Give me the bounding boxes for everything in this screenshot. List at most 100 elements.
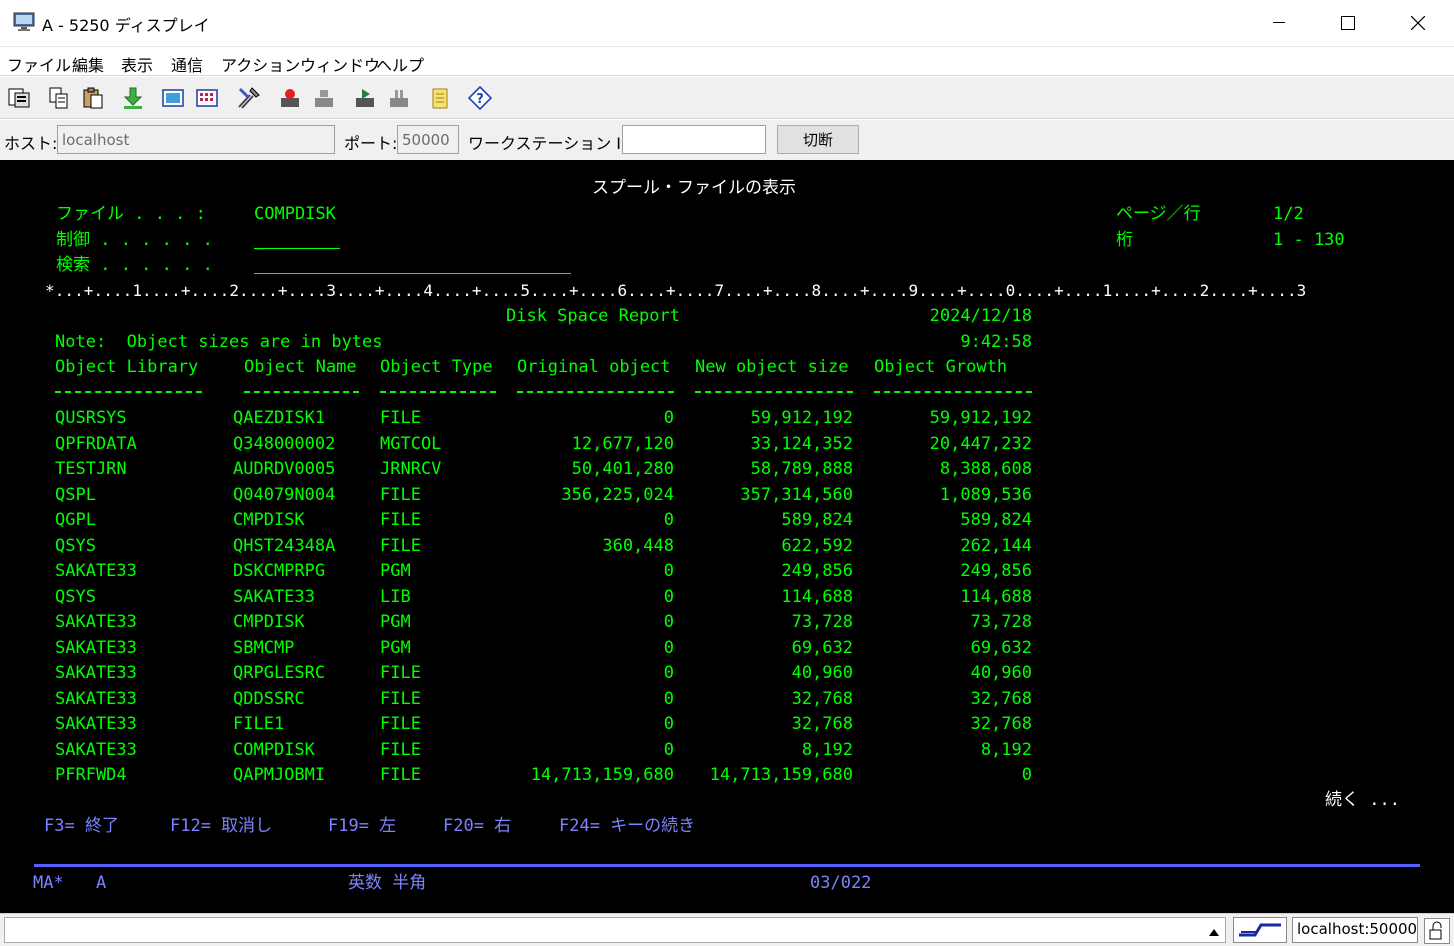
cell-original-size: 14,713,159,680 [530,765,674,785]
menu-help[interactable]: ヘルプ [376,52,424,76]
control-label: 制御 . . . . . . [56,230,213,250]
cell-object-type: FILE [380,484,421,505]
status-message [4,917,1226,943]
scroll-up-icon[interactable] [1208,923,1220,941]
cell-object-name: QAPMJOBMI [233,765,326,785]
connection-bar: ホスト: ポート: ワークステーション ID: 切断 [0,120,1454,160]
cell-object-name: COMPDISK [233,739,315,760]
cell-growth: 262,144 [960,535,1032,556]
keypad-icon[interactable] [194,85,220,111]
cell-original-size: 356,225,024 [561,484,674,505]
stop-macro-icon[interactable] [311,85,337,111]
cell-growth: 249,856 [960,561,1032,581]
cell-growth: 114,688 [960,586,1032,607]
cell-object-name: CMPDISK [233,612,305,632]
cell-new-size: 249,856 [781,561,853,581]
oia-status: MA* [33,873,64,893]
cell-growth: 20,447,232 [929,433,1032,454]
host-input[interactable] [57,125,335,154]
cell-growth: 8,388,608 [939,459,1032,479]
cell-library: SAKATE33 [55,739,137,760]
workstation-id-input[interactable] [622,125,766,154]
cell-growth: 40,960 [970,663,1032,683]
cell-growth: 69,632 [970,637,1032,658]
report-title: Disk Space Report [506,306,680,326]
notepad-icon[interactable] [427,85,453,111]
control-input[interactable] [254,248,340,249]
header-underline [695,391,853,393]
terminal-screen[interactable]: スプール・ファイルの表示 ファイル . . . : COMPDISK 制御 . … [0,160,1454,913]
lock-icon [1424,918,1450,944]
cell-library: QUSRSYS [55,408,127,428]
cell-growth: 0 [1021,765,1032,785]
cell-new-size: 114,688 [781,586,853,607]
cell-library: QGPL [55,510,96,530]
cell-original-size: 360,448 [602,535,674,556]
cell-object-name: QHST24348A [233,535,336,556]
minimize-button[interactable] [1256,0,1302,46]
header-underline [380,391,496,393]
fkey-f12[interactable]: F12= 取消し [170,816,272,836]
cell-library: QPFRDATA [55,433,137,454]
cell-new-size: 357,314,560 [740,484,853,505]
close-button[interactable] [1395,0,1441,46]
cell-object-name: FILE1 [233,714,285,734]
disconnect-button[interactable]: 切断 [777,125,859,154]
menu-window[interactable]: ウィンドウ [300,52,380,76]
fkey-f24[interactable]: F24= キーの続き [559,816,695,836]
maximize-button[interactable] [1325,0,1371,46]
cell-object-type: FILE [380,535,421,556]
cell-object-type: FILE [380,765,421,785]
port-input[interactable] [397,125,459,154]
paste-icon[interactable] [80,85,106,111]
receive-file-icon[interactable] [120,85,146,111]
window-title: A - 5250 ディスプレイ [42,16,210,35]
cell-library: SAKATE33 [55,637,137,658]
page-label: ページ／行 [1116,204,1201,224]
header-underline [874,391,1032,393]
tools-icon[interactable] [236,85,262,111]
fkey-f19[interactable]: F19= 左 [328,816,396,836]
fkey-f3[interactable]: F3= 終了 [44,816,119,836]
copy-icon[interactable] [46,85,72,111]
header-object-name: Object Name [244,357,357,377]
cell-object-name: DSKCMPRPG [233,561,326,581]
host-label: ホスト: [4,134,58,153]
column-ruler: *...+....1....+....2....+....3....+....4… [45,281,1307,300]
help-icon[interactable]: ? [467,85,493,111]
search-label: 検索 . . . . . . [56,255,213,275]
cell-object-type: LIB [380,586,411,607]
cell-object-name: Q04079N004 [233,484,336,505]
cell-library: QSYS [55,586,96,607]
menu-action[interactable]: アクション [221,52,300,76]
cell-object-name: QAEZDISK1 [233,408,326,428]
menu-file[interactable]: ファイル [7,52,71,76]
header-underline [517,391,674,393]
cell-library: SAKATE33 [55,663,137,683]
cell-object-type: FILE [380,688,421,709]
header-underline [244,391,359,393]
file-value: COMPDISK [254,204,336,224]
cell-object-name: SBMCMP [233,637,295,658]
play-macro-icon[interactable] [352,85,378,111]
fkey-f20[interactable]: F20= 右 [443,816,511,836]
record-macro-icon[interactable] [277,85,303,111]
macro-icon[interactable] [160,85,186,111]
cell-new-size: 58,789,888 [750,459,853,479]
menu-view[interactable]: 表示 [121,52,153,76]
copy-screen-icon[interactable] [6,85,32,111]
cell-object-type: PGM [380,561,411,581]
cell-original-size: 0 [663,510,674,530]
menu-edit[interactable]: 編集 [72,52,104,76]
cell-object-name: QDDSSRC [233,688,305,709]
cell-original-size: 0 [663,739,674,760]
menu-communication[interactable]: 通信 [171,52,203,76]
cell-original-size: 0 [663,663,674,683]
cell-object-type: JRNRCV [380,459,442,479]
cell-growth: 32,768 [970,714,1032,734]
search-input[interactable] [254,273,571,274]
pause-macro-icon[interactable] [386,85,412,111]
cell-new-size: 32,768 [791,714,853,734]
cell-new-size: 589,824 [781,510,853,530]
control-cursor: _ [254,230,265,250]
